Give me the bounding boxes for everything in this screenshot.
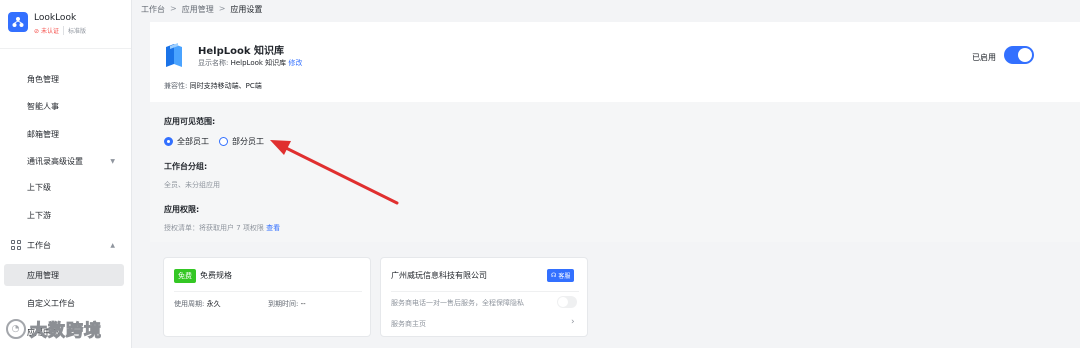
org-logo-icon (8, 12, 28, 32)
visibility-radio-group: 全部员工 部分员工 (164, 136, 264, 147)
sidebar-item-contacts-advanced[interactable]: 通讯录高级设置 ▼ (0, 150, 131, 172)
divider (391, 291, 579, 292)
sidebar-item-downstream[interactable]: 上下游 (0, 204, 131, 226)
visibility-label: 应用可见范围: (164, 117, 216, 126)
radio-unchecked-icon (219, 137, 228, 146)
watermark: ◔ 大数跨境 (6, 316, 102, 342)
chevron-down-icon: ▼ (110, 157, 115, 165)
breadcrumb-app-management[interactable]: 应用管理 (182, 4, 214, 15)
breadcrumb-separator: > (170, 4, 177, 13)
grid-icon (11, 240, 21, 250)
edit-name-link[interactable]: 修改 (288, 59, 302, 67)
view-permissions-link[interactable]: 查看 (266, 224, 280, 232)
expire-time: 到期时间: -- (268, 300, 306, 308)
org-name: LookLook (34, 13, 77, 23)
privacy-toggle[interactable] (557, 296, 577, 308)
plan-badge: 标准版 (62, 26, 86, 35)
radio-checked-icon (164, 137, 173, 146)
enable-toggle[interactable] (1004, 46, 1034, 64)
workbench-group-label: 工作台分组: (164, 162, 208, 171)
divider (174, 291, 362, 292)
sidebar-item-smart-hr[interactable]: 智能人事 (0, 95, 131, 117)
vendor-name: 广州威玩信息科技有限公司 (391, 271, 487, 280)
breadcrumb: 工作台 > 应用管理 > 应用设置 (141, 4, 262, 15)
app-display-name: 显示名称: HelpLook 知识库 修改 (198, 59, 303, 67)
sidebar-item-mail[interactable]: 邮箱管理 (0, 123, 131, 145)
chevron-right-icon: › (571, 317, 575, 327)
sidebar-item-roles[interactable]: 角色管理 (0, 68, 131, 90)
enabled-label: 已启用 (972, 53, 996, 62)
workbench-group-value: 全员、未分组应用 (164, 181, 220, 189)
vendor-card: 广州威玩信息科技有限公司 ☊ 客服 服务商电话一对一售后服务，全程保障隐私 服务… (380, 257, 588, 337)
radio-partial-staff[interactable]: 部分员工 (219, 136, 264, 147)
sidebar-item-app-management[interactable]: 应用管理 (4, 264, 124, 286)
breadcrumb-separator: > (218, 4, 226, 13)
free-badge: 免费 (174, 269, 196, 283)
app-header: HelpLook 知识库 显示名称: HelpLook 知识库 修改 兼容性: … (150, 22, 1080, 102)
permission-label: 应用权限: (164, 205, 200, 214)
sidebar-item-custom-workbench[interactable]: 自定义工作台 (0, 292, 131, 314)
divider (0, 48, 131, 49)
helplook-logo-icon (166, 43, 182, 67)
vendor-homepage-link[interactable]: 服务商主页 (391, 319, 426, 329)
breadcrumb-workbench[interactable]: 工作台 (141, 4, 165, 15)
unverified-badge[interactable]: ⊘ 未认证 (34, 26, 59, 35)
compatibility: 兼容性: 同时支持移动端、PC端 (164, 82, 262, 90)
customer-service-button[interactable]: ☊ 客服 (547, 269, 575, 282)
plan-card: 免费 免费规格 使用周期: 永久 到期时间: -- (163, 257, 371, 337)
service-privacy-text: 服务商电话一对一售后服务，全程保障隐私 (391, 299, 524, 307)
permission-text: 授权清单：将获取用户 7 项权限 查看 (164, 224, 281, 232)
plan-title: 免费规格 (200, 271, 232, 280)
sidebar-group-workbench[interactable]: 工作台 ▲ (0, 234, 131, 256)
headset-icon: ☊ (551, 272, 557, 279)
settings-section: 应用可见范围: 全部员工 部分员工 工作台分组: 全员、未分组应用 应用权限: … (150, 102, 1080, 242)
radio-all-staff[interactable]: 全部员工 (164, 136, 209, 147)
sidebar: LookLook ⊘ 未认证 标准版 角色管理 智能人事 邮箱管理 通讯录高级设… (0, 0, 132, 348)
app-title: HelpLook 知识库 (198, 46, 284, 57)
sidebar-item-superiors[interactable]: 上下级 (0, 176, 131, 198)
app-settings-panel: HelpLook 知识库 显示名称: HelpLook 知识库 修改 兼容性: … (150, 22, 1080, 242)
org-switcher[interactable]: LookLook ⊘ 未认证 标准版 (8, 12, 86, 35)
breadcrumb-current: 应用设置 (230, 5, 263, 14)
watermark-logo-icon: ◔ (6, 318, 26, 339)
usage-period: 使用周期: 永久 (174, 300, 221, 308)
chevron-up-icon: ▲ (110, 241, 115, 249)
